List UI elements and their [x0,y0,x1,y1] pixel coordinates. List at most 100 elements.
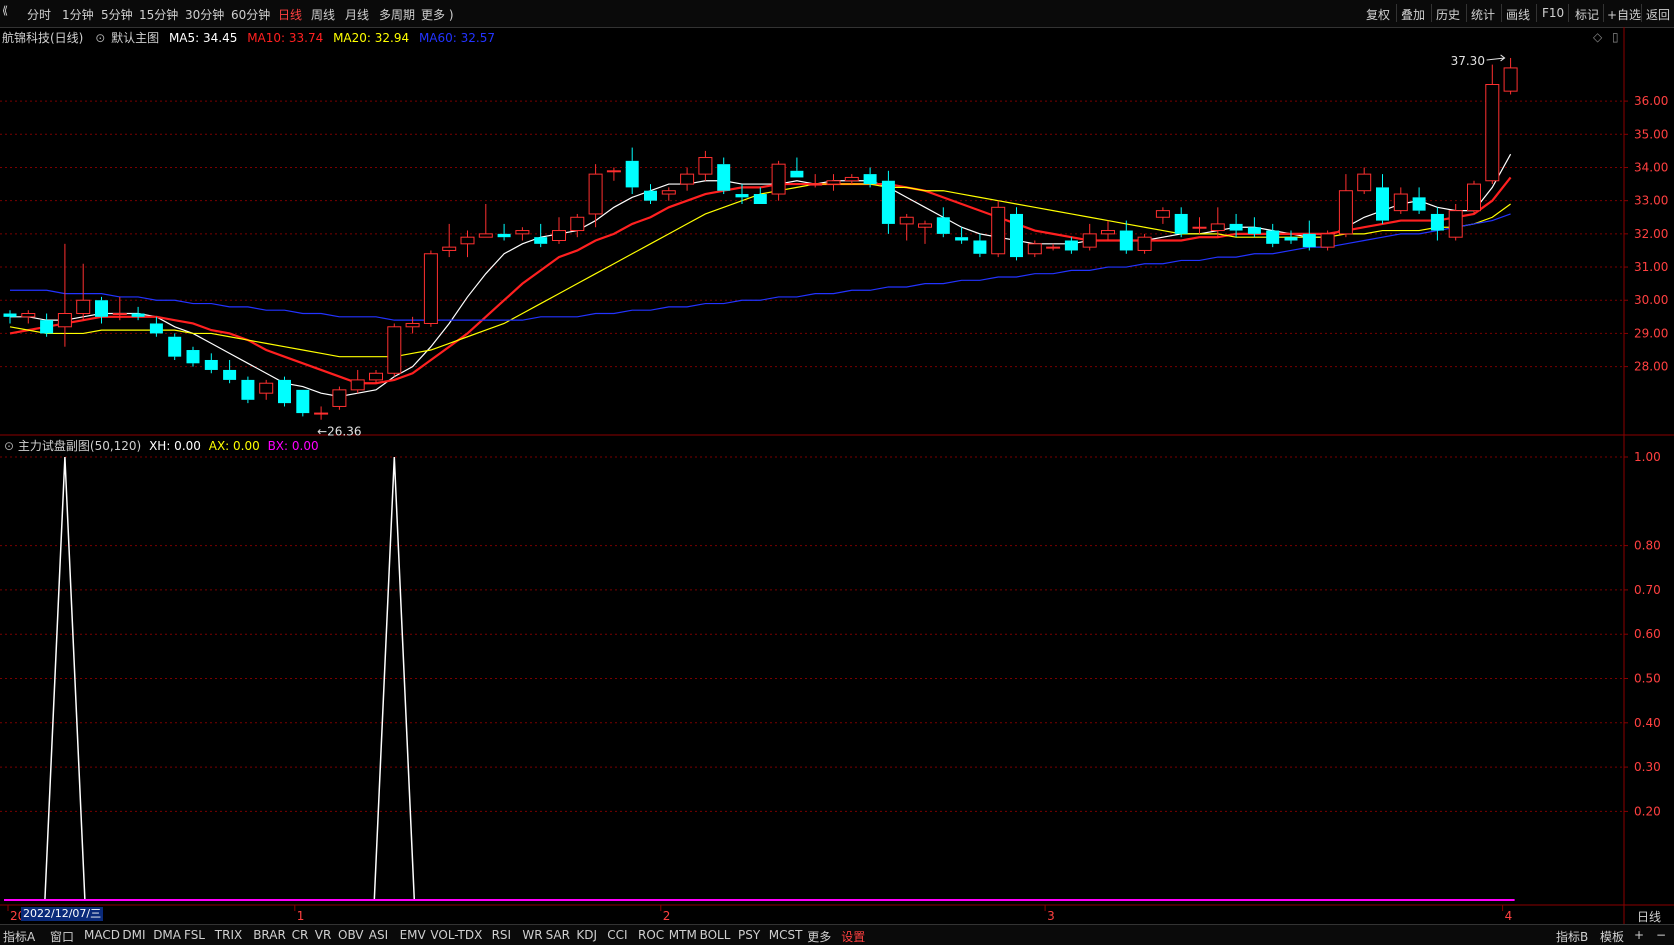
candle-body [259,382,274,394]
remove-panel-button[interactable]: − [1656,928,1666,942]
candle [680,167,695,191]
indicator-tab-macd[interactable]: MACD [84,928,120,942]
candle-body [1302,233,1316,248]
candle [955,227,969,244]
candle-body [1376,187,1389,221]
indicator-tab-obv[interactable]: OBV [338,928,364,942]
candle [899,213,914,241]
indicator-tab--[interactable]: 更多 [807,928,831,945]
indicator-tab-vol-tdx[interactable]: VOL-TDX [430,928,482,942]
indicator-tab--[interactable]: 窗口 [50,928,74,945]
candle-body [204,359,218,370]
candle [350,369,365,394]
indicator-tab--a[interactable]: 指标A [3,928,35,945]
candle-body [3,313,17,317]
candle-body [1229,223,1243,231]
ma-line-ma20 [9,183,1511,358]
indicator-tab-mcst[interactable]: MCST [769,928,803,942]
indicator-tab-cci[interactable]: CCI [607,928,627,942]
high-price-label: 37.30 [1451,54,1485,68]
candle [259,379,274,400]
candle [1376,174,1389,224]
candle [40,313,54,337]
candle [661,187,676,201]
main-y-axis: 28.00 29.00 30.00 31.00 32.00 33.00 34.00 35.00… [1624,94,1668,374]
candle-body [588,173,603,215]
candle [332,386,347,410]
indicator-tab--[interactable]: 设置 [841,928,865,945]
y-tick-label: 30.00 [1634,293,1668,307]
candle [1101,220,1115,241]
indicator-tab-sar[interactable]: SAR [546,928,570,942]
y-tick-label: 0.20 [1634,804,1661,818]
add-panel-button[interactable]: + [1634,928,1644,942]
y-tick-label: 29.00 [1634,326,1668,340]
high-price-arrow [1486,54,1506,62]
kline-chart[interactable]: 28.0029.0030.0031.0032.0033.0034.0035.00… [0,0,1674,944]
candle-body [1064,240,1078,251]
candle-body [606,170,621,173]
candle-body [1338,190,1353,235]
candle [991,200,1006,258]
candle-body [40,320,54,334]
candle [1503,57,1518,95]
candle-body [76,299,91,315]
candle-body [680,173,695,185]
indicator-tab-dmi[interactable]: DMI [122,928,145,942]
indicator-tab-wr[interactable]: WR [522,928,542,942]
y-tick-label: 0.50 [1634,672,1661,686]
indicator-tab-kdj[interactable]: KDJ [576,928,597,942]
y-tick-label: 33.00 [1634,194,1668,208]
indicator-tab-cr[interactable]: CR [292,928,309,942]
indicator-tab-trix[interactable]: TRIX [215,928,242,942]
candle [808,174,823,188]
candle-body [955,237,969,241]
grid-lines [0,27,1674,924]
candle-body [991,206,1006,255]
indicator-tab-fsl[interactable]: FSL [184,928,205,942]
candle [460,230,475,258]
indicator-tab-roc[interactable]: ROC [638,928,664,942]
indicator-tab-boll[interactable]: BOLL [700,928,731,942]
indicator-tab-vr[interactable]: VR [315,928,332,942]
candle [844,174,859,185]
candle [515,227,530,241]
indicator-bar: 指标A 窗口 MACD DMI DMA FSL TRIX BRAR CR VR OBV ASI EMV V… [0,924,1674,945]
candle-body [1503,67,1518,92]
indicator-tab-asi[interactable]: ASI [369,928,388,942]
candle-body [1082,233,1097,248]
candle [1320,230,1335,251]
candle [936,207,950,238]
candle [1010,207,1023,261]
candle [881,170,895,234]
candle [387,323,402,377]
candle-body [826,180,841,185]
candle-body [241,379,255,400]
candle [1485,64,1500,185]
candle-body [735,194,749,198]
template-tab[interactable]: 模板 [1600,928,1624,945]
candle-body [296,389,310,414]
candle-body [1192,226,1207,229]
indicator-tab-dma[interactable]: DMA [153,928,181,942]
indicator-tab-brar[interactable]: BRAR [253,928,286,942]
candle [552,217,566,244]
candle [1046,243,1061,251]
candle-body [1174,213,1188,234]
indicator-tab-rsi[interactable]: RSI [492,928,512,942]
candle [1393,187,1408,214]
candle-body [1155,210,1170,218]
indicator-tab-mtm[interactable]: MTM [669,928,697,942]
candle [131,306,145,321]
y-tick-label: 28.00 [1634,360,1668,374]
candle [606,167,621,181]
candle-body [149,323,163,334]
candle-body [405,322,420,328]
candle [1174,207,1188,238]
indicator-tab-psy[interactable]: PSY [738,928,760,942]
candle [497,223,511,241]
indicator-b-tab[interactable]: 指标B [1556,928,1588,945]
candle-body [423,253,438,324]
candle-body [95,300,108,317]
indicator-tab-emv[interactable]: EMV [400,928,426,942]
